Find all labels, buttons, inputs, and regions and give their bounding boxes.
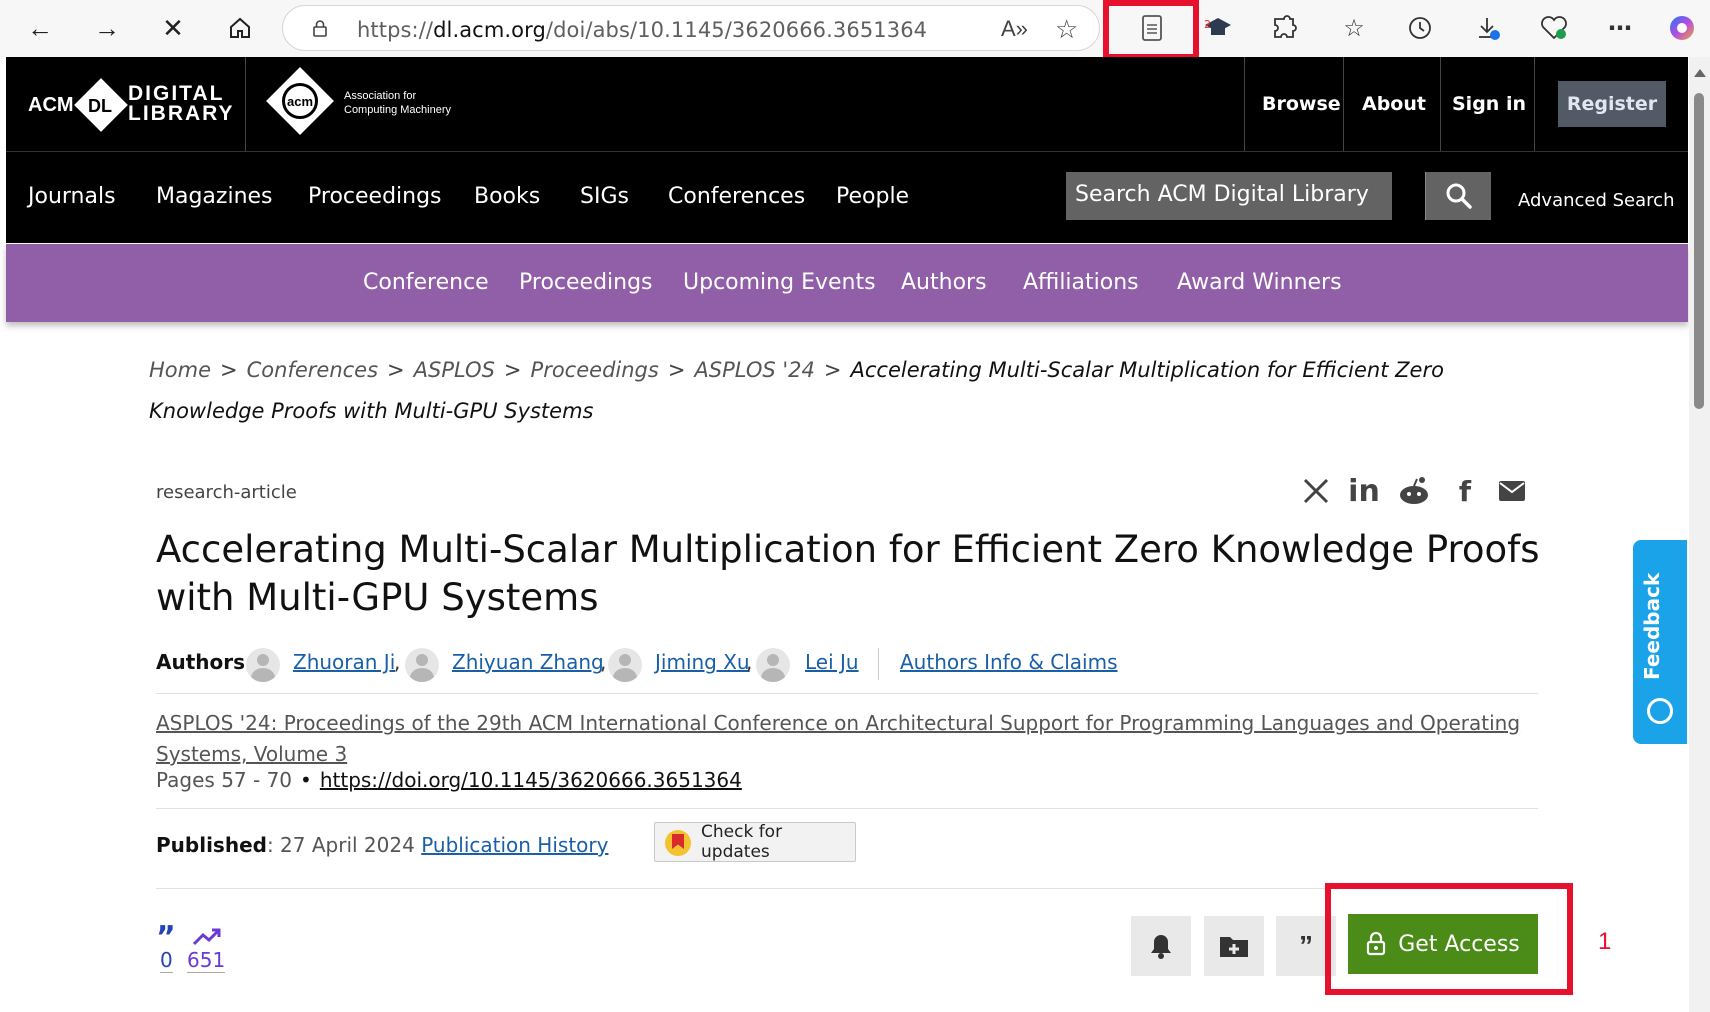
subnav-proceedings[interactable]: Proceedings xyxy=(519,270,653,295)
forward-icon[interactable]: → xyxy=(89,10,125,46)
reddit-icon[interactable] xyxy=(1397,474,1431,508)
get-access-button[interactable]: Get Access xyxy=(1348,914,1538,974)
nav-books[interactable]: Books xyxy=(474,184,540,209)
author-link-zhiyuan-zhang[interactable]: Zhiyuan Zhang xyxy=(452,650,604,674)
avatar xyxy=(608,648,642,682)
read-aloud-icon[interactable]: A» xyxy=(1001,16,1028,42)
proceedings-link[interactable]: ASPLOS '24: Proceedings of the 29th ACM … xyxy=(156,711,1520,766)
annotation-number: 1 xyxy=(1598,928,1612,955)
lock-icon xyxy=(1367,932,1386,956)
feedback-icon xyxy=(1647,698,1673,724)
search-icon xyxy=(1446,183,1472,209)
search-button[interactable] xyxy=(1425,172,1491,220)
lock-icon xyxy=(313,20,327,37)
conference-subnav: Conference Proceedings Upcoming Events A… xyxy=(6,244,1688,322)
subnav-authors[interactable]: Authors xyxy=(901,270,987,295)
nav-journals[interactable]: Journals xyxy=(28,184,116,209)
copilot-icon[interactable] xyxy=(1664,10,1700,46)
advanced-search-link[interactable]: Advanced Search xyxy=(1518,190,1674,211)
crossmark-icon xyxy=(665,830,691,856)
check-for-updates-button[interactable]: Check for updates xyxy=(654,822,856,862)
author-link-lei-ju[interactable]: Lei Ju xyxy=(805,650,859,674)
authors-info-claims-link[interactable]: Authors Info & Claims xyxy=(900,650,1118,674)
more-menu-icon[interactable]: ⋯ xyxy=(1602,10,1638,46)
pages-text: Pages 57 - 70 xyxy=(156,768,293,792)
nav-conferences[interactable]: Conferences xyxy=(668,184,805,209)
authors-label: Authors: xyxy=(156,650,252,674)
stop-icon[interactable]: ✕ xyxy=(155,10,191,46)
subnav-conference[interactable]: Conference xyxy=(363,270,489,295)
nav-people[interactable]: People xyxy=(836,184,909,209)
email-icon[interactable] xyxy=(1495,474,1529,508)
subnav-affiliations[interactable]: Affiliations xyxy=(1023,270,1139,295)
alert-button[interactable] xyxy=(1131,916,1191,976)
svg-text:2: 2 xyxy=(1204,18,1211,31)
page-scrollbar[interactable] xyxy=(1689,57,1710,1012)
breadcrumb-conferences[interactable]: Conferences xyxy=(247,358,378,382)
browser-essentials-icon[interactable] xyxy=(1536,10,1572,46)
publication-history-link[interactable]: Publication History xyxy=(421,833,608,857)
quote-icon: ” xyxy=(1299,930,1313,961)
published-label: Published xyxy=(156,833,267,857)
bell-icon xyxy=(1151,935,1171,959)
divider xyxy=(156,693,1538,694)
avatar xyxy=(405,648,439,682)
nav-proceedings[interactable]: Proceedings xyxy=(308,184,442,209)
browser-toolbar: ← → ✕ https://dl.acm.org/doi/abs/10.1145… xyxy=(0,0,1710,60)
author-link-jiming-xu[interactable]: Jiming Xu xyxy=(655,650,750,674)
home-icon[interactable] xyxy=(222,10,258,46)
doi-link[interactable]: https://doi.org/10.1145/3620666.3651364 xyxy=(320,768,742,792)
nav-magazines[interactable]: Magazines xyxy=(156,184,273,209)
extension-scholar-icon[interactable]: 2 xyxy=(1200,10,1236,46)
proceedings-info: ASPLOS '24: Proceedings of the 29th ACM … xyxy=(156,708,1546,770)
x-icon[interactable] xyxy=(1299,474,1333,508)
breadcrumb-proceedings[interactable]: Proceedings xyxy=(531,358,659,382)
extensions-icon[interactable] xyxy=(1266,10,1302,46)
breadcrumb-asplos[interactable]: ASPLOS xyxy=(414,358,495,382)
article-type: research-article xyxy=(156,482,297,503)
avatar xyxy=(756,648,790,682)
favorite-star-icon[interactable]: ☆ xyxy=(1055,14,1078,45)
download-count[interactable]: 651 xyxy=(187,948,226,973)
address-bar[interactable]: https://dl.acm.org/doi/abs/10.1145/36206… xyxy=(282,5,1100,51)
citations-icon: ” xyxy=(156,920,176,955)
facebook-icon[interactable]: f xyxy=(1448,474,1482,508)
breadcrumb-asplos-24[interactable]: ASPLOS '24 xyxy=(694,358,814,382)
downloads-icon[interactable] xyxy=(1470,10,1506,46)
sign-in-link[interactable]: Sign in xyxy=(1452,93,1526,115)
nav-sigs[interactable]: SIGs xyxy=(580,184,629,209)
divider xyxy=(156,808,1538,809)
main-nav: Journals Magazines Proceedings Books SIG… xyxy=(6,151,1688,243)
back-icon[interactable]: ← xyxy=(22,10,58,46)
scroll-up-icon[interactable] xyxy=(1694,69,1706,77)
avatar xyxy=(246,648,280,682)
downloads-trend-icon xyxy=(192,928,221,946)
register-button[interactable]: Register xyxy=(1558,81,1666,127)
browse-link[interactable]: Browse xyxy=(1262,93,1341,115)
article-title: Accelerating Multi-Scalar Multiplication… xyxy=(156,528,1540,619)
breadcrumb-home[interactable]: Home xyxy=(149,358,211,382)
about-link[interactable]: About xyxy=(1362,93,1426,115)
favorites-icon[interactable]: ☆ xyxy=(1336,10,1372,46)
subnav-upcoming-events[interactable]: Upcoming Events xyxy=(683,270,876,295)
add-to-binder-button[interactable] xyxy=(1204,916,1264,976)
linkedin-icon[interactable]: in xyxy=(1347,474,1381,509)
search-input[interactable]: Search ACM Digital Library xyxy=(1066,172,1392,220)
scrollbar-thumb[interactable] xyxy=(1694,93,1704,409)
pages-doi-row: Pages 57 - 70 • https://doi.org/10.1145/36… xyxy=(156,768,742,792)
published-date: : 27 April 2024 xyxy=(266,833,415,857)
subnav-award-winners[interactable]: Award Winners xyxy=(1177,270,1342,295)
folder-plus-icon xyxy=(1220,937,1248,957)
author-link-zhuoran-ji[interactable]: Zhuoran Ji xyxy=(293,650,395,674)
feedback-tab[interactable]: Feedback xyxy=(1633,540,1687,744)
history-icon[interactable] xyxy=(1402,10,1438,46)
acm-header: ACM DL DIGITAL LIBRARY acm Association f… xyxy=(6,57,1688,151)
url-text: https://dl.acm.org/doi/abs/10.1145/36206… xyxy=(357,18,928,42)
published-row: Published: 27 April 2024 Publication His… xyxy=(156,833,608,857)
breadcrumb: Home > Conferences > ASPLOS > Proceedings > ASPL… xyxy=(149,358,1444,423)
highlight-box-reader xyxy=(1103,0,1199,60)
citation-count[interactable]: 0 xyxy=(160,948,173,973)
